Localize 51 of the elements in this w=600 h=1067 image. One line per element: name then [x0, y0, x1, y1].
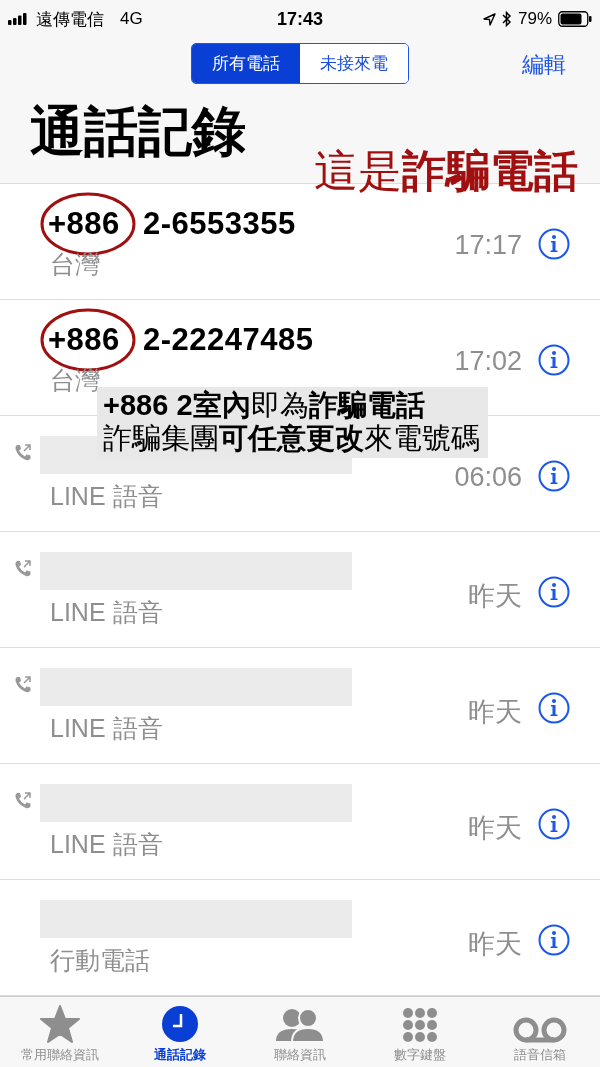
clock-icon — [161, 1005, 199, 1043]
call-time: 06:06 — [454, 462, 522, 493]
clock-time: 17:43 — [275, 8, 324, 30]
location-icon — [482, 12, 496, 26]
info-icon[interactable] — [538, 344, 570, 376]
info-icon[interactable] — [538, 808, 570, 840]
signal-icon — [8, 13, 30, 25]
contacts-icon — [274, 1007, 326, 1043]
network-type: 4G — [120, 9, 143, 29]
tab-bar-item[interactable]: 常用聯絡資訊 — [0, 997, 120, 1067]
call-type: 台灣 — [50, 365, 100, 396]
info-icon[interactable] — [538, 924, 570, 956]
call-type: 行動電話 — [50, 945, 150, 976]
info-icon[interactable] — [538, 228, 570, 260]
call-type: LINE 語音 — [50, 829, 163, 860]
call-type: LINE 語音 — [50, 713, 163, 744]
info-icon[interactable] — [538, 576, 570, 608]
carrier-name: 遠傳電信 — [36, 8, 104, 31]
voicemail-icon — [513, 1017, 567, 1043]
call-time: 17:02 — [454, 346, 522, 377]
call-time: 17:17 — [454, 230, 522, 261]
annotation-note: +886 2室內即為詐騙電話 詐騙集團可任意更改來電號碼 — [97, 387, 488, 458]
segment-tab[interactable]: 所有電話 — [192, 43, 300, 83]
keypad-icon — [402, 1007, 438, 1043]
edit-button[interactable]: 編輯 — [518, 46, 570, 84]
phone-icon — [13, 791, 33, 811]
phone-number: +886 2-6553355 — [48, 206, 296, 241]
phone-icon — [13, 675, 33, 695]
battery-icon — [558, 11, 592, 27]
phone-number: +886 2-22247485 — [48, 322, 314, 357]
bluetooth-icon — [501, 11, 512, 27]
call-type: LINE 語音 — [50, 597, 163, 628]
phone-icon — [13, 443, 33, 463]
call-time: 昨天 — [468, 580, 522, 613]
tab-bar-item[interactable]: 數字鍵盤 — [360, 997, 480, 1067]
call-time: 昨天 — [468, 928, 522, 961]
page-title: 通話記錄 — [30, 100, 246, 163]
call-time: 昨天 — [468, 812, 522, 845]
tab-bar-item[interactable]: 通話記錄 — [120, 997, 240, 1067]
call-type: 台灣 — [50, 249, 100, 280]
annotation-title: 這是詐騙電話 — [314, 145, 578, 197]
segment-tab[interactable]: 未接來電 — [300, 43, 408, 83]
battery-percent: 79% — [517, 9, 552, 29]
info-icon[interactable] — [538, 692, 570, 724]
tab-bar-item[interactable]: 聯絡資訊 — [240, 997, 360, 1067]
tab-bar-item[interactable]: 語音信箱 — [480, 997, 600, 1067]
call-time: 昨天 — [468, 696, 522, 729]
phone-icon — [13, 559, 33, 579]
info-icon[interactable] — [538, 460, 570, 492]
call-type: LINE 語音 — [50, 481, 163, 512]
star-icon — [40, 1005, 80, 1043]
